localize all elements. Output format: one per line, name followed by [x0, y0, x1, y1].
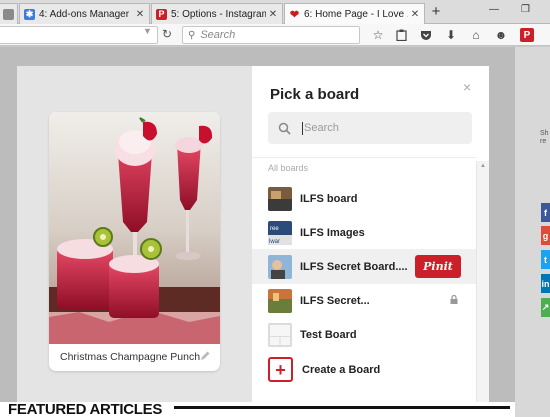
close-icon[interactable]: ✕	[135, 9, 145, 20]
svg-text:lwar: lwar	[269, 239, 280, 245]
tab-label: 4: Add-ons Manager	[39, 8, 130, 20]
pin-image	[49, 112, 220, 344]
board-item-ilfs-secret-board[interactable]: ILFS Secret Board.... Pinit	[252, 249, 476, 284]
section-divider	[252, 157, 477, 158]
heart-icon: ❤	[289, 9, 300, 21]
chevron-down-icon[interactable]: ▼	[143, 26, 152, 36]
download-icon[interactable]: ⬇	[444, 28, 458, 42]
scroll-up-icon[interactable]: ▲	[480, 163, 486, 169]
svg-text:ree: ree	[270, 226, 279, 232]
board-name: Test Board	[300, 328, 357, 341]
tab-partial[interactable]	[0, 3, 18, 24]
minimize-icon[interactable]: —	[489, 4, 499, 15]
board-search-input[interactable]: Search	[268, 112, 472, 144]
tab-label: 5: Options - Instagram...	[171, 8, 266, 20]
pin-card: Christmas Champagne Punch	[49, 112, 220, 371]
board-list-scrollbar[interactable]: ▲	[476, 161, 489, 402]
lock-icon	[450, 295, 458, 304]
tab-home-page[interactable]: ❤ 6: Home Page - I Love ... ✕	[284, 3, 425, 25]
board-thumbnail	[268, 288, 292, 313]
board-item-test-board[interactable]: Test Board	[252, 317, 476, 352]
board-thumbnail	[268, 322, 292, 347]
clipboard-icon[interactable]	[394, 28, 408, 42]
board-name: ILFS Secret Board....	[300, 260, 408, 273]
nav-bar: ▼ ↻ ⚲ Search ☆ ⬇ ⌂ ☻ P	[0, 24, 550, 46]
pin-preview-panel: Christmas Champagne Punch	[17, 66, 252, 402]
tab-label: 6: Home Page - I Love ...	[304, 9, 408, 20]
board-search-placeholder: Search	[304, 122, 339, 134]
pocket-icon[interactable]	[419, 28, 433, 42]
board-name: ILFS board	[300, 192, 358, 205]
modal-title: Pick a board	[270, 86, 360, 103]
text-caret	[302, 121, 303, 135]
board-item-ilfs-board[interactable]: ILFS board	[252, 181, 476, 216]
puzzle-icon: ✱	[24, 8, 35, 20]
linkedin-icon[interactable]: in	[541, 274, 550, 293]
tab-options-instagram[interactable]: P 5: Options - Instagram... ✕	[151, 3, 283, 24]
search-placeholder: Search	[200, 29, 236, 41]
tab-addons-manager[interactable]: ✱ 4: Add-ons Manager ✕	[19, 3, 150, 24]
restore-icon[interactable]: ❐	[521, 4, 530, 15]
share-icon[interactable]: ↗	[541, 298, 550, 317]
tab-icon	[3, 8, 14, 20]
bookmark-star-icon[interactable]: ☆	[371, 28, 385, 42]
search-icon: ⚲	[188, 29, 196, 41]
board-item-ilfs-images[interactable]: ree lwar ILFS Images	[252, 215, 476, 250]
pencil-icon[interactable]	[199, 350, 211, 362]
tab-bar: ✱ 4: Add-ons Manager ✕ P 5: Options - In…	[0, 0, 550, 25]
search-field[interactable]: ⚲ Search	[182, 26, 360, 44]
home-icon[interactable]: ⌂	[469, 28, 483, 42]
featured-divider	[174, 406, 510, 409]
pin-description: Christmas Champagne Punch	[60, 351, 201, 363]
board-item-ilfs-secret[interactable]: ILFS Secret...	[252, 283, 476, 318]
pinterest-icon: P	[156, 8, 167, 20]
plus-icon: +	[268, 357, 293, 382]
facebook-icon[interactable]: f	[541, 203, 550, 222]
board-picker-panel: Pick a board × Search All boards ILFS bo…	[252, 66, 489, 402]
board-name: ILFS Images	[300, 226, 365, 239]
close-icon[interactable]: ✕	[268, 9, 278, 20]
pinterest-extension-icon[interactable]: P	[520, 28, 534, 42]
googleplus-icon[interactable]: g	[541, 226, 550, 245]
create-board-label: Create a Board	[302, 363, 381, 376]
featured-heading: FEATURED ARTICLES	[8, 401, 163, 417]
board-thumbnail	[268, 254, 292, 279]
new-tab-button[interactable]: +	[429, 3, 443, 21]
url-field[interactable]	[0, 26, 158, 44]
pin-it-button[interactable]: Pinit	[415, 255, 461, 278]
create-board-button[interactable]: + Create a Board	[268, 357, 380, 382]
pick-board-modal: Christmas Champagne Punch Pick a board ×…	[17, 66, 489, 402]
search-icon	[278, 122, 291, 135]
featured-articles: FEATURED ARTICLES	[0, 402, 515, 417]
reload-icon[interactable]: ↻	[162, 27, 172, 41]
board-name: ILFS Secret...	[300, 294, 370, 307]
share-label: Sh re	[540, 130, 549, 145]
board-thumbnail	[268, 186, 292, 211]
close-icon[interactable]: ×	[463, 79, 471, 95]
chat-icon[interactable]: ☻	[494, 28, 508, 42]
twitter-icon[interactable]: t	[541, 250, 550, 269]
close-icon[interactable]: ✕	[410, 9, 420, 20]
board-thumbnail: ree lwar	[268, 220, 292, 245]
all-boards-label: All boards	[268, 163, 309, 173]
